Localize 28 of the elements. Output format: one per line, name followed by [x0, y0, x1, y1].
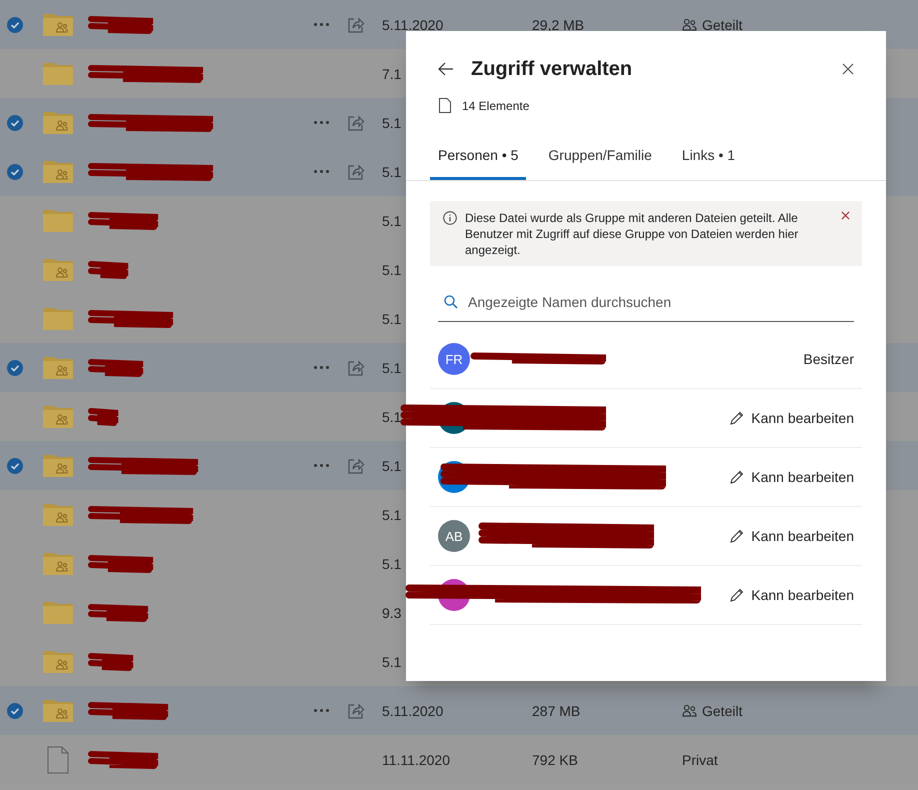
modified-date: 5.1: [382, 408, 402, 424]
file-size: 792 KB: [532, 752, 578, 768]
dialog-title: Zugriff verwalten: [471, 58, 634, 80]
modified-date: 5.1: [382, 654, 402, 670]
modified-date: 5.1: [382, 114, 402, 130]
modified-date: 5.1: [382, 556, 402, 572]
modified-date: 9.3: [382, 604, 402, 620]
sharing-status: Geteilt: [702, 704, 742, 718]
modified-date: 11.11.2020: [382, 752, 450, 768]
sharing-status: Privat: [682, 752, 718, 766]
file-size: 29,2 MB: [532, 16, 584, 32]
modified-date: 5.1: [382, 212, 402, 228]
avatar: FR: [438, 343, 470, 375]
modified-date: 5.1: [382, 506, 402, 522]
modified-date: 5.11.2020: [382, 702, 444, 718]
modified-date: 7.1: [382, 66, 402, 82]
modified-date: 5.1: [382, 164, 402, 180]
modified-date: 5.11.2020: [382, 16, 444, 32]
item-count: 14 Elemente: [462, 98, 530, 112]
file-size: 287 MB: [532, 702, 580, 718]
modified-date: 5.1: [382, 458, 402, 474]
info-message: Diese Datei wurde als Gruppe mit anderen Dateien geteilt. Alle Benutzer mit Zugriff auf diese Gruppe von Dateien werden hier angezeigt.: [465, 210, 800, 258]
modified-date: 5.1: [382, 262, 402, 278]
modified-date: 5.1: [382, 310, 402, 326]
sharing-status: Geteilt: [702, 18, 742, 32]
owner-label: Besitzer: [803, 351, 854, 367]
modified-date: 5.1: [382, 360, 402, 376]
avatar: AB: [438, 520, 470, 552]
